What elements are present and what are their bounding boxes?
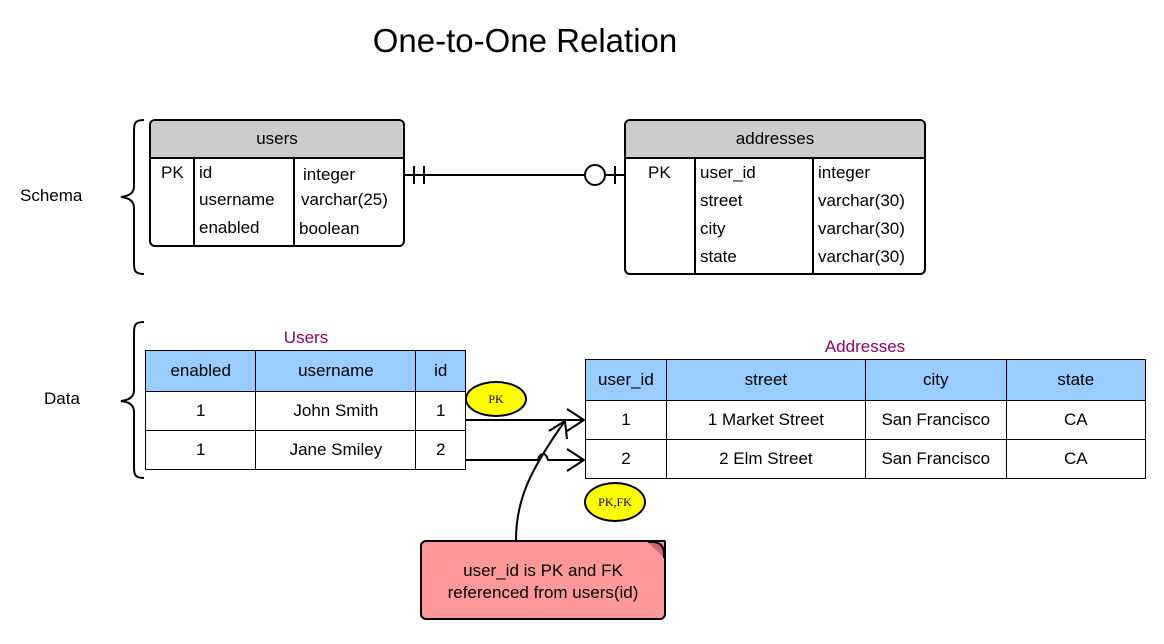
data-arrow-row2 <box>466 448 586 472</box>
cell-username: John Smith <box>255 391 417 431</box>
zero-optional-mark <box>584 164 606 186</box>
cell-id: 2 <box>415 430 466 470</box>
field-name: username <box>199 190 275 209</box>
cell-user-id: 1 <box>585 400 667 440</box>
entity-users[interactable]: users PK id username enabled integer var… <box>149 119 405 247</box>
table-header-row: enabled username id <box>144 350 466 392</box>
note-line-2: referenced from users(id) <box>447 583 639 602</box>
cell-city: San Francisco <box>864 439 1007 479</box>
key-label: PK <box>648 163 671 182</box>
users-data-table: enabled username id 1 John Smith 1 1 Jan… <box>144 350 466 470</box>
pk-badge: PK <box>465 381 527 417</box>
cell-username: Jane Smiley <box>255 430 417 470</box>
table-row: 1 Jane Smiley 2 <box>144 430 466 470</box>
field-type: varchar(30) <box>818 219 905 238</box>
column-header: user_id <box>585 359 667 401</box>
cell-user-id: 2 <box>585 439 667 479</box>
column-header: street <box>665 359 866 401</box>
data-brace <box>120 321 145 479</box>
column-divider <box>293 159 295 245</box>
cell-state: CA <box>1005 400 1147 440</box>
column-divider <box>193 159 195 245</box>
addresses-table-caption: Addresses <box>824 337 906 356</box>
column-header: state <box>1005 359 1147 401</box>
cell-enabled: 1 <box>144 391 257 431</box>
folded-corner-icon <box>648 541 665 558</box>
column-divider <box>694 159 696 273</box>
table-header-row: user_id street city state <box>585 359 1147 401</box>
cell-street: 1 Market Street <box>665 400 866 440</box>
schema-brace <box>120 119 145 275</box>
cell-street: 2 Elm Street <box>665 439 866 479</box>
table-row: 1 1 Market Street San Francisco CA <box>585 400 1147 440</box>
table-row: 2 2 Elm Street San Francisco CA <box>585 439 1147 479</box>
users-table-caption: Users <box>283 328 329 347</box>
field-type: varchar(30) <box>818 247 905 266</box>
pk-fk-badge: PK,FK <box>584 482 646 522</box>
field-name: user_id <box>700 163 756 182</box>
field-type: varchar(25) <box>301 190 388 209</box>
cell-state: CA <box>1005 439 1147 479</box>
field-type: boolean <box>299 219 360 238</box>
field-type: integer <box>303 165 355 184</box>
entity-addresses[interactable]: addresses PK user_id street city state i… <box>624 119 926 275</box>
addresses-data-table: user_id street city state 1 1 Market Str… <box>585 359 1147 479</box>
cell-enabled: 1 <box>144 430 257 470</box>
column-header: enabled <box>144 350 257 392</box>
cell-city: San Francisco <box>864 400 1007 440</box>
field-name: state <box>700 247 737 266</box>
field-name: city <box>700 219 726 238</box>
column-header: id <box>415 350 466 392</box>
field-type: varchar(30) <box>818 191 905 210</box>
entity-addresses-header: addresses <box>626 121 924 159</box>
key-label: PK <box>161 163 184 182</box>
er-relationship-line <box>404 164 625 186</box>
column-divider <box>812 159 814 273</box>
field-type: integer <box>818 163 870 182</box>
column-header: username <box>255 350 417 392</box>
field-name: street <box>700 191 743 210</box>
table-row: 1 John Smith 1 <box>144 391 466 431</box>
field-name: enabled <box>199 218 260 237</box>
column-header: city <box>864 359 1007 401</box>
note-line-1: user_id is PK and FK <box>463 561 623 580</box>
cell-id: 1 <box>415 391 466 431</box>
field-name: id <box>199 163 213 182</box>
entity-users-header: users <box>151 121 403 159</box>
annotation-note: user_id is PK and FK referenced from use… <box>420 540 666 620</box>
note-connector <box>515 419 568 541</box>
